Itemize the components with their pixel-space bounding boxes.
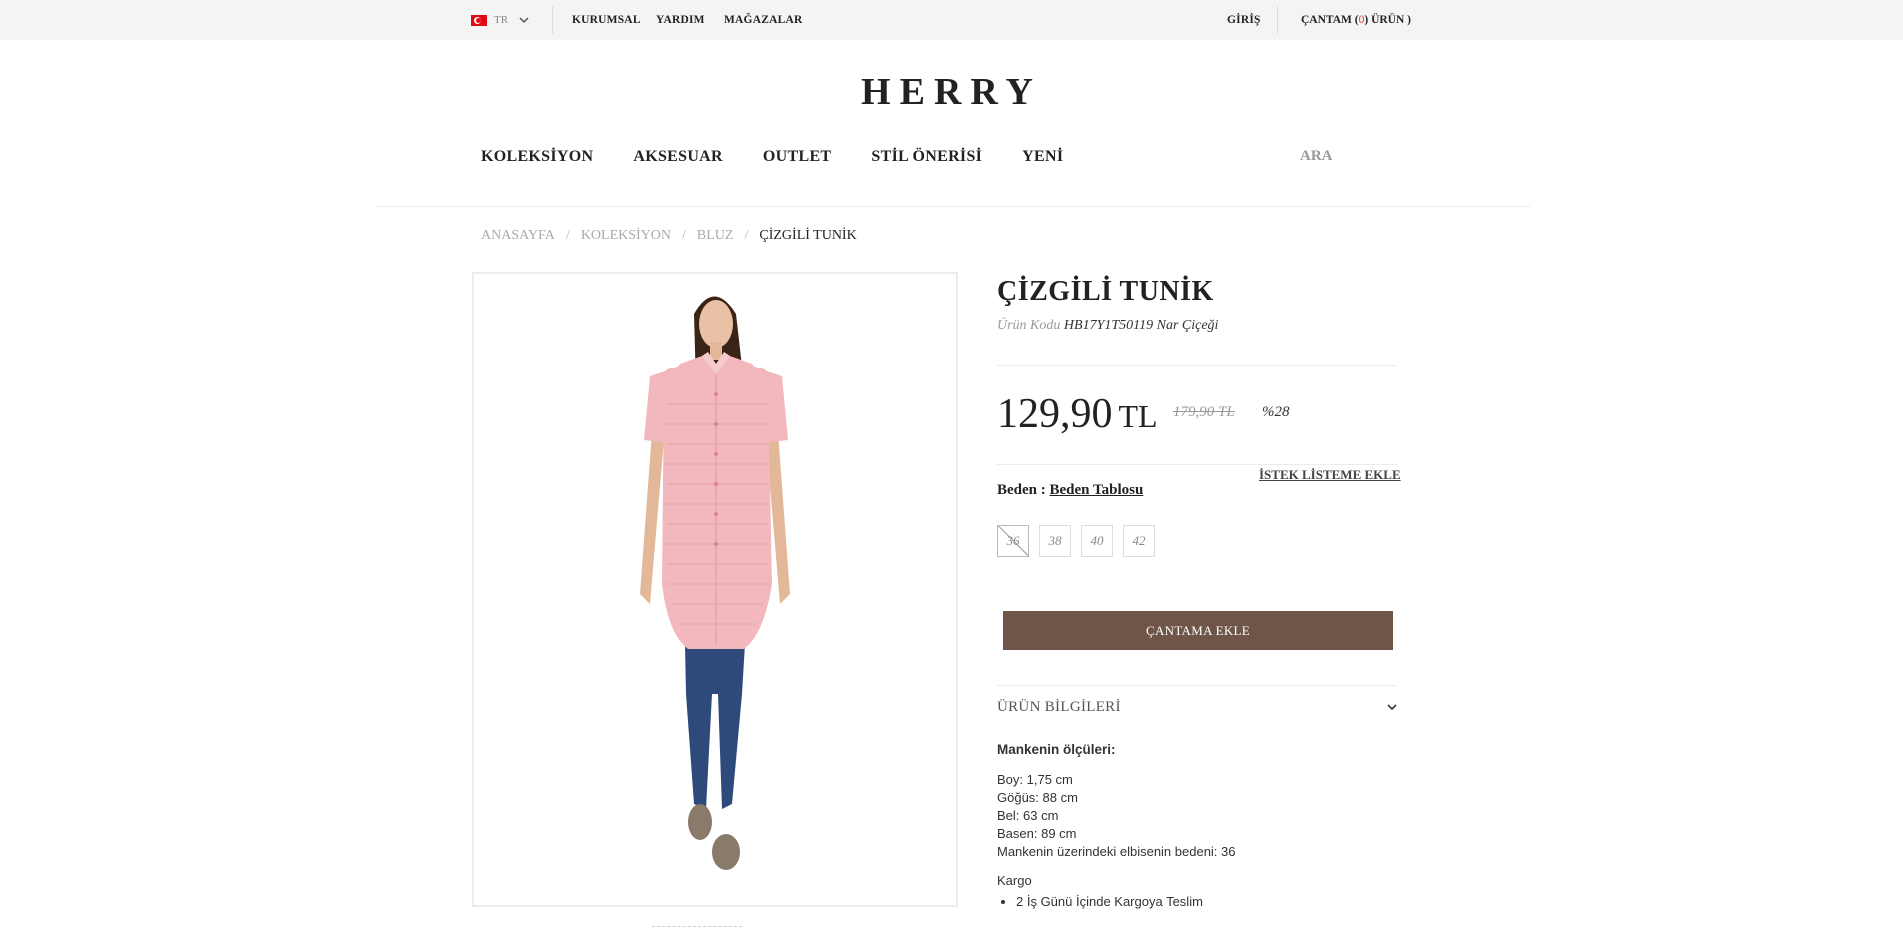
size-options: 36 38 40 42 <box>997 525 1165 557</box>
main-nav: KOLEKSİYON AKSESUAR OUTLET STİL ÖNERİSİ … <box>481 148 1103 166</box>
nav-item-stil-onerisi[interactable]: STİL ÖNERİSİ <box>871 148 982 166</box>
nav-item-yeni[interactable]: YENİ <box>1022 148 1063 166</box>
breadcrumb-current: ÇİZGİLİ TUNİK <box>759 228 857 243</box>
divider <box>997 464 1397 465</box>
turkey-flag-icon <box>471 14 487 26</box>
measurement-line: Bel: 63 cm <box>997 808 1059 823</box>
current-price: 129,90 TL <box>997 390 1158 438</box>
link-kurumsal[interactable]: KURUMSAL <box>572 14 641 26</box>
nav-item-aksesuar[interactable]: AKSESUAR <box>633 148 723 166</box>
chevron-down-icon[interactable] <box>1385 700 1399 714</box>
measurement-line: Boy: 1,75 cm <box>997 772 1073 787</box>
thumbnail-indicator[interactable] <box>652 926 742 927</box>
size-option-40[interactable]: 40 <box>1081 525 1113 557</box>
measurements: Boy: 1,75 cm Göğüs: 88 cm Bel: 63 cm Bas… <box>997 771 1397 861</box>
product-info-accordion[interactable]: ÜRÜN BİLGİLERİ <box>997 699 1121 716</box>
measurement-line: Göğüs: 88 cm <box>997 790 1078 805</box>
login-link[interactable]: GİRİŞ <box>1227 14 1261 26</box>
size-option-36[interactable]: 36 <box>997 525 1029 557</box>
old-price: 179,90 TL <box>1173 404 1235 420</box>
measurement-line: Basen: 89 cm <box>997 826 1077 841</box>
header-divider <box>375 206 1530 207</box>
cargo-list: 2 İş Günü İçinde Kargoya Teslim <box>1016 894 1397 909</box>
product-code: Ürün Kodu HB17Y1T50119 Nar Çiçeği <box>997 318 1397 334</box>
size-option-38[interactable]: 38 <box>1039 525 1071 557</box>
breadcrumb-separator: / <box>682 228 686 243</box>
link-yardim[interactable]: YARDIM <box>656 14 705 26</box>
add-to-wishlist-link[interactable]: İSTEK LİSTEME EKLE <box>1259 467 1401 483</box>
language-selector[interactable]: TR <box>471 12 530 28</box>
brand-logo[interactable]: HERRY <box>0 70 1903 114</box>
details-heading: Mankenin ölçüleri: <box>997 742 1116 757</box>
size-table-link[interactable]: Beden Tablosu <box>1050 482 1144 498</box>
cargo-label: Kargo <box>997 873 1032 888</box>
breadcrumb-item-home[interactable]: ANASAYFA <box>481 228 555 244</box>
measurement-line: Mankenin üzerindeki elbisenin bedeni: 36 <box>997 844 1236 859</box>
divider <box>997 365 1397 366</box>
product-title: ÇİZGİLİ TUNİK <box>997 276 1214 307</box>
breadcrumb-separator: / <box>565 228 570 243</box>
chevron-down-icon <box>519 17 529 24</box>
model-photo <box>640 296 790 870</box>
product-code-label: Ürün Kodu <box>997 318 1061 333</box>
divider <box>1277 6 1278 34</box>
divider <box>997 685 1397 686</box>
cart-link[interactable]: ÇANTAM (0) ÜRÜN ) <box>1301 14 1411 26</box>
top-bar-inner: TR KURUMSAL YARDIM MAĞAZALAR GİRİŞ ÇANTA… <box>471 0 1411 40</box>
breadcrumb: ANASAYFA / KOLEKSİYON / BLUZ / ÇİZGİLİ T… <box>481 228 857 244</box>
product-info: ÇİZGİLİ TUNİK Ürün Kodu HB17Y1T50119 Nar… <box>997 272 1397 334</box>
product-image[interactable] <box>472 272 958 907</box>
divider <box>552 6 553 34</box>
search-link[interactable]: ARA <box>1300 148 1333 165</box>
price-currency: TL <box>1118 398 1158 434</box>
language-code: TR <box>494 14 509 26</box>
product-details: Mankenin ölçüleri: Boy: 1,75 cm Göğüs: 8… <box>997 742 1397 909</box>
nav-item-outlet[interactable]: OUTLET <box>763 148 832 166</box>
add-to-cart-button[interactable]: ÇANTAMA EKLE <box>1003 611 1393 650</box>
size-option-42[interactable]: 42 <box>1123 525 1155 557</box>
discount-badge: %28 <box>1262 404 1290 420</box>
cart-label-suffix: ) ÜRÜN ) <box>1364 14 1411 26</box>
breadcrumb-item-bluz[interactable]: BLUZ <box>697 228 734 244</box>
cart-label-prefix: ÇANTAM ( <box>1301 14 1359 26</box>
link-magazalar[interactable]: MAĞAZALAR <box>724 14 802 26</box>
nav-item-koleksiyon[interactable]: KOLEKSİYON <box>481 148 593 166</box>
size-label: Beden : Beden Tablosu <box>997 482 1143 499</box>
price-value: 129,90 <box>997 391 1113 437</box>
cargo-item: 2 İş Günü İçinde Kargoya Teslim <box>1016 894 1397 909</box>
breadcrumb-item-koleksiyon[interactable]: KOLEKSİYON <box>581 228 671 244</box>
top-utility-bar: TR KURUMSAL YARDIM MAĞAZALAR GİRİŞ ÇANTA… <box>0 0 1903 40</box>
size-label-text: Beden : <box>997 482 1046 498</box>
product-code-value: HB17Y1T50119 Nar Çiçeği <box>1063 318 1219 333</box>
breadcrumb-separator: / <box>744 228 749 243</box>
